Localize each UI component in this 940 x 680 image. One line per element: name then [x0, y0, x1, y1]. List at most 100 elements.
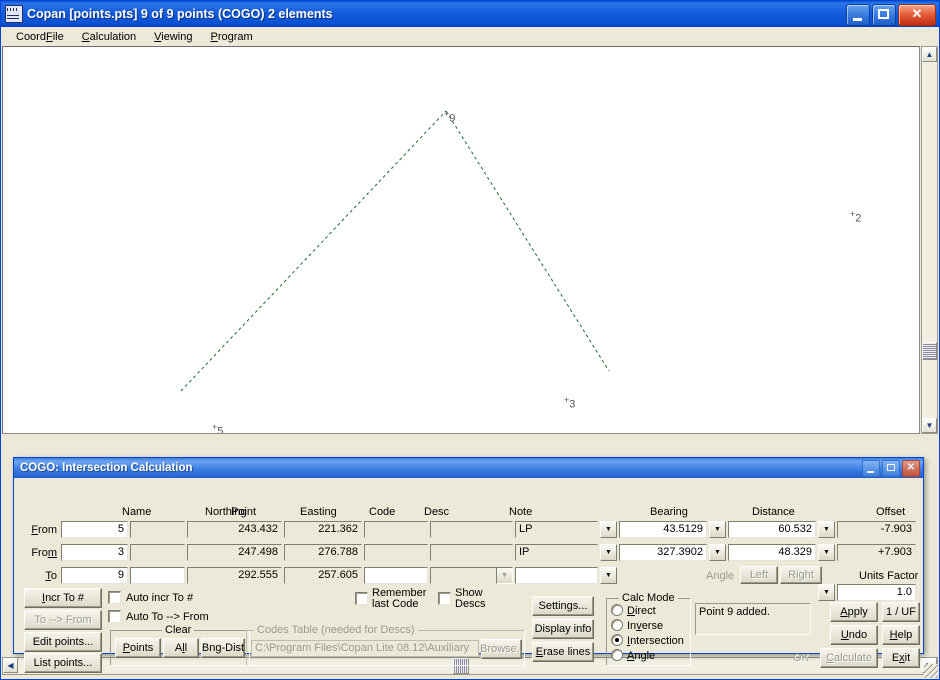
row1-desc-field: [430, 521, 513, 538]
drawing-canvas[interactable]: +9 +2 +3 +5: [2, 46, 920, 434]
column-header-code: Code: [369, 506, 396, 518]
row1-easting-field: 221.362: [284, 521, 362, 538]
maximize-icon: [878, 9, 889, 19]
cogo-close-button[interactable]: ✕: [902, 460, 920, 477]
row3-note-dropdown[interactable]: ▼: [600, 567, 617, 584]
radio-selected-dot: [615, 638, 619, 642]
row2-note-field: IP: [515, 544, 598, 561]
calc-mode-direct-label: Direct: [627, 605, 656, 617]
row2-distance-input[interactable]: 48.329: [728, 544, 816, 561]
list-points-button[interactable]: List points...: [24, 653, 102, 673]
row3-point-input[interactable]: 9: [61, 567, 128, 584]
remember-last-code-checkbox[interactable]: [355, 592, 368, 605]
cogo-maximize-button[interactable]: [882, 460, 900, 477]
cogo-minimize-button[interactable]: [862, 460, 880, 477]
row2-name-field: [130, 544, 185, 561]
row2-note-dropdown[interactable]: ▼: [600, 544, 617, 561]
window-resize-grip[interactable]: [924, 664, 938, 678]
row1-distance-input[interactable]: 60.532: [728, 521, 816, 538]
column-header-name: Name: [122, 506, 152, 518]
status-message-box: Point 9 added.: [695, 603, 811, 635]
row1-bearing-input[interactable]: 43.5129: [619, 521, 707, 538]
calc-mode-group-label: Calc Mode: [619, 592, 678, 604]
close-button[interactable]: ✕: [898, 4, 936, 26]
scroll-left-arrow[interactable]: ◀: [3, 658, 18, 673]
geometry-lines: [180, 110, 610, 392]
clear-points-button[interactable]: Points: [115, 638, 161, 658]
right-button[interactable]: Right: [780, 566, 822, 584]
row-label-from-1: From: [31, 524, 57, 536]
menu-calculation[interactable]: Calculation: [73, 29, 145, 45]
edit-points-button[interactable]: Edit points...: [24, 632, 102, 652]
auto-incr-to-number-checkbox[interactable]: [108, 591, 121, 604]
application-window: Copan [points.pts] 9 of 9 points (COGO) …: [0, 0, 940, 680]
show-descs-label: Show Descs: [455, 588, 486, 610]
menu-program[interactable]: Program: [201, 29, 261, 45]
row2-bearing-input[interactable]: 327.3902: [619, 544, 707, 561]
menu-coordfile[interactable]: CoordFile: [7, 29, 73, 45]
clear-bng-dist-button[interactable]: Bng-Dist: [201, 638, 245, 658]
row1-note-field: LP: [515, 521, 598, 538]
row2-point-input[interactable]: 3: [61, 544, 128, 561]
calc-mode-inverse-radio[interactable]: [611, 619, 623, 631]
left-button[interactable]: Left: [740, 566, 778, 584]
remember-line2: last Code: [372, 598, 419, 610]
calc-mode-intersection-radio[interactable]: [611, 634, 623, 646]
cogo-body: Point Name Northing Easting Code Desc No…: [14, 478, 923, 673]
to-from-button[interactable]: To --> From: [24, 610, 102, 630]
codes-table-path-field[interactable]: C:\Program Files\Copan Lite 08.12\Auxili…: [251, 640, 479, 657]
row2-offset-field: +7.903: [837, 544, 916, 561]
calc-mode-angle-radio[interactable]: [611, 649, 623, 661]
row-label-to: To: [45, 570, 57, 582]
row2-desc-field: [430, 544, 513, 561]
row3-desc-dropdown[interactable]: ▼: [496, 567, 513, 584]
row3-name-input[interactable]: [130, 567, 185, 584]
codes-table-browse-button[interactable]: Browse..: [480, 639, 523, 659]
row1-offset-field: -7.903: [837, 521, 916, 538]
exit-button[interactable]: Ex it: [882, 648, 920, 668]
clear-all-button[interactable]: All: [163, 638, 199, 658]
row3-note-input[interactable]: [515, 567, 598, 584]
calc-mode-direct-radio[interactable]: [611, 604, 623, 616]
row1-distance-dropdown[interactable]: ▼: [818, 521, 835, 538]
row1-note-dropdown[interactable]: ▼: [600, 521, 617, 538]
ok-button[interactable]: OK: [786, 648, 816, 668]
settings-button[interactable]: Settings...: [532, 596, 594, 616]
maximize-button[interactable]: [872, 4, 896, 26]
erase-lines-button[interactable]: Erase lines: [532, 642, 594, 662]
column-header-distance: Distance: [752, 506, 795, 518]
calc-mode-intersection-label: Intersection: [627, 635, 684, 647]
minimize-icon: [867, 471, 874, 473]
menu-viewing[interactable]: Viewing: [145, 29, 201, 45]
calc-mode-inverse-label: Inverse: [627, 620, 664, 632]
row2-bearing-dropdown[interactable]: ▼: [709, 544, 726, 561]
column-header-bearing: Bearing: [650, 506, 688, 518]
show-descs-checkbox[interactable]: [438, 592, 451, 605]
row1-point-input[interactable]: 5: [61, 521, 128, 538]
inverse-uf-button[interactable]: 1 / UF: [882, 602, 920, 622]
incr-to-number-button[interactable]: Incr To #: [24, 588, 102, 608]
row2-distance-dropdown[interactable]: ▼: [818, 544, 835, 561]
row1-bearing-dropdown[interactable]: ▼: [709, 521, 726, 538]
menu-bar: CoordFile Calculation Viewing Program: [2, 27, 938, 46]
close-icon: ✕: [911, 6, 923, 21]
scroll-down-arrow[interactable]: ▼: [922, 418, 937, 433]
point-marker-3: +3: [564, 395, 576, 411]
row3-code-input[interactable]: [364, 567, 428, 584]
auto-to-from-checkbox[interactable]: [108, 610, 121, 623]
scroll-up-arrow[interactable]: ▲: [922, 47, 937, 62]
help-button[interactable]: Help: [882, 625, 920, 645]
calculate-button[interactable]: Calculate: [820, 648, 878, 668]
auto-to-from-label: Auto To --> From: [126, 611, 209, 623]
apply-button[interactable]: Apply: [830, 602, 878, 622]
units-factor-dropdown[interactable]: ▼: [818, 584, 835, 601]
vertical-scrollbar[interactable]: ▲ ▼: [921, 46, 938, 434]
units-factor-input[interactable]: 1.0: [837, 584, 916, 601]
column-header-northing: Northing: [205, 506, 247, 518]
minimize-button[interactable]: [846, 4, 870, 26]
undo-button[interactable]: Undo: [830, 625, 878, 645]
display-info-button[interactable]: Display info: [532, 619, 594, 639]
vertical-scrollbar-thumb[interactable]: [922, 342, 937, 360]
column-header-offset: Offset: [876, 506, 906, 518]
cogo-window-controls: ✕: [862, 460, 920, 477]
